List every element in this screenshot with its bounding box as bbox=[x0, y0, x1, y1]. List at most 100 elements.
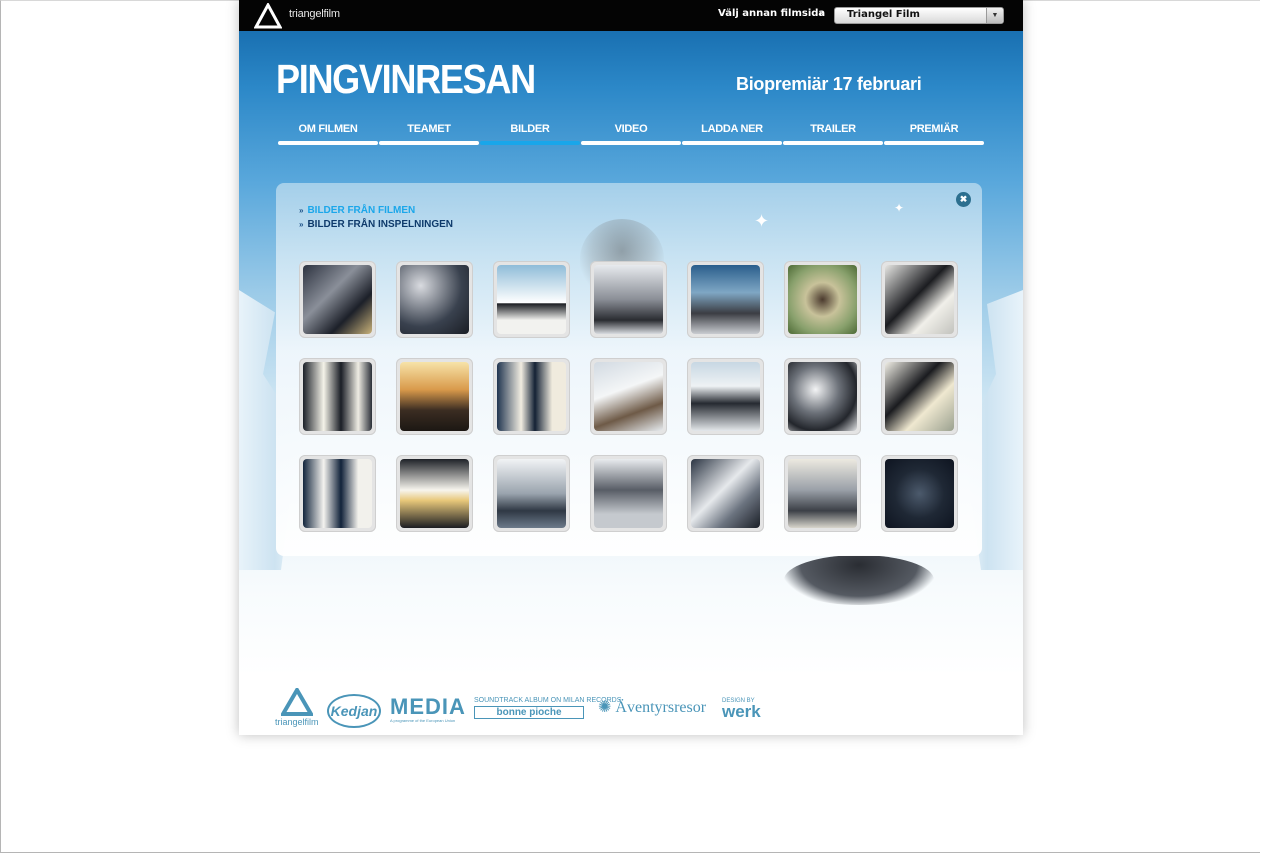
gallery-thumbnail[interactable] bbox=[784, 455, 861, 532]
site-select-label: Välj annan filmsida bbox=[718, 8, 826, 19]
close-icon[interactable]: ✖ bbox=[956, 192, 971, 207]
premiere-date: Biopremiär 17 februari bbox=[736, 74, 922, 94]
select-arrows-icon: » bbox=[819, 8, 825, 18]
penguin-photo bbox=[497, 459, 566, 528]
nav-item-bilder[interactable]: BILDER bbox=[480, 120, 580, 147]
arrow-icon: » bbox=[299, 220, 304, 229]
footer-aventyrsresor-logo[interactable]: ✺ Äventyrsresor bbox=[598, 697, 706, 717]
footer-bonne-text: bonne pioche bbox=[474, 706, 584, 719]
gallery-thumbnail[interactable] bbox=[299, 358, 376, 435]
gallery-thumbnail[interactable] bbox=[493, 261, 570, 338]
footer-triangelfilm-text: triangelfilm bbox=[275, 717, 319, 727]
chevron-down-icon[interactable]: ▼ bbox=[986, 8, 1003, 23]
gallery-thumbnail[interactable] bbox=[590, 455, 667, 532]
penguin-photo bbox=[303, 459, 372, 528]
penguin-photo bbox=[594, 459, 663, 528]
penguin-photo bbox=[788, 265, 857, 334]
gallery-thumbnail[interactable] bbox=[881, 358, 958, 435]
nav-label: OM FILMEN bbox=[298, 123, 358, 135]
triangelfilm-logo-icon[interactable] bbox=[254, 3, 282, 29]
penguin-photo bbox=[691, 362, 760, 431]
footer-media-subtext: A programme of the European Union bbox=[390, 718, 456, 723]
penguin-photo bbox=[497, 265, 566, 334]
penguin-photo bbox=[303, 362, 372, 431]
footer-kedjan-logo[interactable]: Kedjan bbox=[327, 694, 381, 728]
nav-label: TRAILER bbox=[810, 123, 856, 135]
nav-item-ladda-ner[interactable]: LADDA NER bbox=[682, 120, 782, 147]
gallery-thumbnail[interactable] bbox=[590, 261, 667, 338]
nav-underline bbox=[278, 141, 378, 145]
nav-underline bbox=[379, 141, 479, 145]
nav-label: VIDEO bbox=[614, 123, 648, 135]
gallery-thumbnail[interactable] bbox=[396, 261, 473, 338]
gallery-thumbnail[interactable] bbox=[493, 358, 570, 435]
nav-label: LADDA NER bbox=[701, 123, 763, 135]
gallery-thumbnail[interactable] bbox=[687, 358, 764, 435]
main-nav: OM FILMEN TEAMET BILDER VIDEO LADDA NER … bbox=[278, 120, 986, 148]
penguin-photo bbox=[400, 265, 469, 334]
gallery-thumbnail[interactable] bbox=[881, 261, 958, 338]
gallery-thumbnail[interactable] bbox=[881, 455, 958, 532]
penguin-photo bbox=[885, 265, 954, 334]
top-bar: triangelfilm Välj annan filmsida » Trian… bbox=[239, 0, 1023, 31]
gallery-thumbnail[interactable] bbox=[396, 358, 473, 435]
penguin-photo bbox=[788, 459, 857, 528]
arrow-icon: » bbox=[299, 206, 304, 215]
sparkle-icon: ✦ bbox=[894, 201, 905, 215]
nav-item-premiar[interactable]: PREMIÄR bbox=[884, 120, 984, 147]
penguin-photo bbox=[788, 362, 857, 431]
gallery-thumbnail[interactable] bbox=[784, 261, 861, 338]
gallery-thumbnail[interactable] bbox=[493, 455, 570, 532]
penguin-photo bbox=[400, 459, 469, 528]
sublink-bilder-fran-filmen[interactable]: » BILDER FRÅN FILMEN bbox=[299, 205, 415, 216]
footer-media-logo[interactable]: MEDIA A programme of the European Union bbox=[390, 694, 466, 724]
nav-underline bbox=[480, 141, 580, 145]
nav-underline bbox=[783, 141, 883, 145]
nav-item-om-filmen[interactable]: OM FILMEN bbox=[278, 120, 378, 147]
footer-triangelfilm-logo[interactable]: triangelfilm bbox=[275, 688, 319, 727]
penguin-photo bbox=[497, 362, 566, 431]
gallery-thumbnail[interactable] bbox=[299, 261, 376, 338]
footer-media-text: MEDIA bbox=[390, 694, 466, 719]
sublink-label: BILDER FRÅN INSPELNINGEN bbox=[307, 219, 454, 230]
penguin-photo bbox=[885, 362, 954, 431]
gallery-thumbnail[interactable] bbox=[784, 358, 861, 435]
footer-werk-text: werk bbox=[722, 702, 761, 721]
footer-soundtrack-logo[interactable]: SOUNDTRACK ALBUM ON MILAN RECORDS bonne … bbox=[474, 697, 622, 719]
nav-item-teamet[interactable]: TEAMET bbox=[379, 120, 479, 147]
nav-label: BILDER bbox=[510, 123, 550, 135]
film-site-select-value: Triangel Film bbox=[847, 9, 920, 20]
footer-soundtrack-text: SOUNDTRACK ALBUM ON MILAN RECORDS bbox=[474, 697, 622, 704]
gallery-thumbnail[interactable] bbox=[687, 261, 764, 338]
film-site-select[interactable]: Triangel Film ▼ bbox=[834, 7, 1004, 24]
nav-item-video[interactable]: VIDEO bbox=[581, 120, 681, 147]
penguin-photo bbox=[691, 265, 760, 334]
penguin-photo bbox=[885, 459, 954, 528]
footer-logos: triangelfilm Kedjan MEDIA A programme of… bbox=[272, 684, 782, 734]
footer-werk-logo[interactable]: DESIGN BY werk bbox=[722, 698, 761, 720]
nav-item-trailer[interactable]: TRAILER bbox=[783, 120, 883, 147]
penguin-photo bbox=[691, 459, 760, 528]
nav-label: TEAMET bbox=[407, 123, 451, 135]
nav-underline bbox=[884, 141, 984, 145]
nav-underline bbox=[682, 141, 782, 145]
sparkle-icon: ✦ bbox=[754, 211, 770, 231]
footer-aventyr-text: Äventyrsresor bbox=[615, 699, 707, 716]
gallery-panel: ✦ ✦ ✖ » BILDER FRÅN FILMEN » BILDER FRÅN I… bbox=[276, 183, 982, 556]
gallery-thumbnail[interactable] bbox=[299, 455, 376, 532]
gallery-thumbnail[interactable] bbox=[687, 455, 764, 532]
penguin-photo bbox=[594, 265, 663, 334]
penguin-photo bbox=[594, 362, 663, 431]
sublink-bilder-fran-inspelningen[interactable]: » BILDER FRÅN INSPELNINGEN bbox=[299, 219, 453, 230]
logo-text[interactable]: triangelfilm bbox=[289, 8, 340, 20]
nav-label: PREMIÄR bbox=[909, 123, 959, 135]
penguin-photo bbox=[400, 362, 469, 431]
page-title: PINGVINRESAN bbox=[276, 56, 536, 102]
sun-icon: ✺ bbox=[598, 699, 612, 716]
penguin-photo bbox=[303, 265, 372, 334]
gallery-thumbnail[interactable] bbox=[396, 455, 473, 532]
background-penguin bbox=[784, 555, 934, 605]
sublink-label: BILDER FRÅN FILMEN bbox=[307, 205, 416, 216]
gallery-thumbnail[interactable] bbox=[590, 358, 667, 435]
nav-underline bbox=[581, 141, 681, 145]
